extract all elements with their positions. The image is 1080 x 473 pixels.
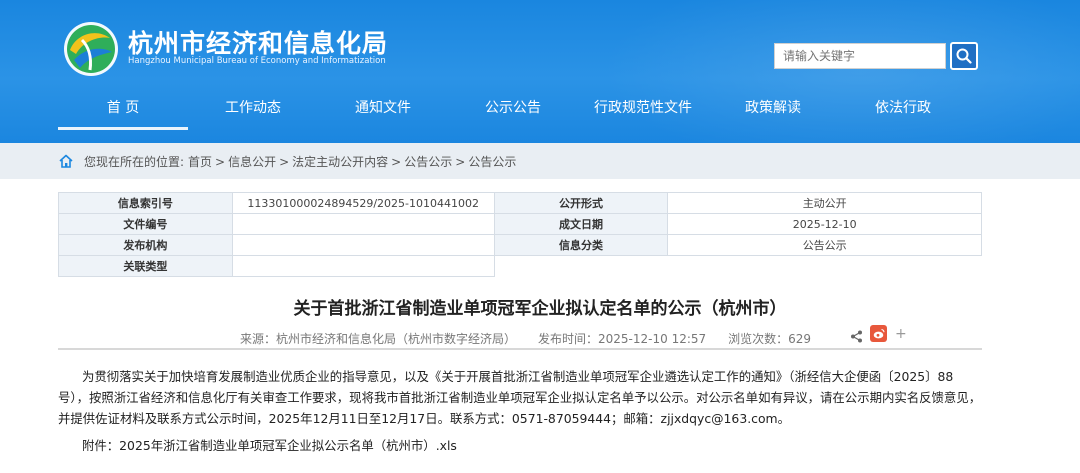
- article-body: 为贯彻落实关于加快培育发展制造业优质企业的指导意见，以及《关于开展首批浙江省制造…: [58, 369, 982, 426]
- breadcrumb-item-announcements-current[interactable]: 公告公示: [468, 155, 516, 169]
- nav-item-law-administration[interactable]: 依法行政: [838, 88, 968, 128]
- bureau-logo-icon[interactable]: [62, 20, 120, 78]
- meta-value-index: 113301000024894529/2025-1010441002: [231, 192, 495, 214]
- meta-empty-cell: [668, 256, 982, 277]
- nav-item-notices[interactable]: 通知文件: [318, 88, 448, 128]
- breadcrumb-item-info-public[interactable]: 信息公开: [228, 155, 276, 169]
- nav-item-policy-interpretation[interactable]: 政策解读: [708, 88, 838, 128]
- meta-row: 信息索引号 113301000024894529/2025-1010441002…: [58, 192, 982, 214]
- search-button[interactable]: [950, 42, 978, 70]
- weibo-share-icon[interactable]: [870, 325, 887, 342]
- share-icon[interactable]: [850, 330, 863, 343]
- meta-row: 发布机构 信息分类 公告公示: [58, 234, 982, 256]
- article-views: 浏览次数：629: [728, 332, 812, 346]
- breadcrumb-label: 您现在所在的位置:: [84, 155, 185, 169]
- site-subtitle: Hangzhou Municipal Bureau of Economy and…: [128, 56, 386, 66]
- breadcrumb-item-announcements[interactable]: 公告公示: [404, 155, 452, 169]
- meta-row: 关联类型: [58, 255, 982, 277]
- article-divider: [58, 348, 982, 350]
- breadcrumb-item-home[interactable]: 首页: [188, 155, 212, 169]
- more-share-icon[interactable]: +: [895, 327, 907, 341]
- meta-label-index: 信息索引号: [58, 192, 233, 214]
- search-input[interactable]: [775, 44, 945, 68]
- site-header: 杭州市经济和信息化局 Hangzhou Municipal Bureau of …: [0, 0, 1080, 143]
- meta-label-form: 公开形式: [493, 192, 669, 214]
- breadcrumb: 您现在所在的位置: 首页 > 信息公开 > 法定主动公开内容 > 公告公示 > 公告公示: [0, 143, 1080, 179]
- article-attachment-link[interactable]: 附件：2025年浙江省制造业单项冠军企业拟公示名单（杭州市）.xls: [82, 436, 457, 454]
- nav-item-work-news[interactable]: 工作动态: [188, 88, 318, 128]
- nav-item-announcements[interactable]: 公示公告: [448, 88, 578, 128]
- meta-value-docno: [231, 213, 495, 235]
- meta-row: 文件编号 成文日期 2025-12-10: [58, 213, 982, 235]
- meta-label-date: 成文日期: [493, 213, 669, 235]
- document-meta-table: 信息索引号 113301000024894529/2025-1010441002…: [58, 192, 982, 277]
- meta-empty-cell: [494, 256, 668, 277]
- search-box[interactable]: [774, 43, 946, 69]
- breadcrumb-item-statutory[interactable]: 法定主动公开内容: [292, 155, 388, 169]
- meta-value-form: 主动公开: [667, 192, 982, 214]
- article-published: 发布时间：2025-12-10 12:57: [538, 332, 707, 346]
- home-icon: [59, 154, 73, 168]
- meta-value-issuer: [231, 234, 495, 256]
- site-title[interactable]: 杭州市经济和信息化局: [128, 24, 388, 60]
- meta-label-issuer: 发布机构: [58, 234, 233, 256]
- meta-label-docno: 文件编号: [58, 213, 233, 235]
- article-source: 来源：杭州市经济和信息化局（杭州市数字经济局）: [240, 332, 517, 346]
- breadcrumb-trail: 首页 > 信息公开 > 法定主动公开内容 > 公告公示 > 公告公示: [188, 155, 517, 169]
- article-title: 关于首批浙江省制造业单项冠军企业拟认定名单的公示（杭州市）: [293, 299, 787, 319]
- meta-label-relation: 关联类型: [58, 255, 233, 277]
- weibo-logo-icon: [873, 328, 885, 339]
- meta-value-date: 2025-12-10: [667, 213, 982, 235]
- nav-item-normative-docs[interactable]: 行政规范性文件: [578, 88, 708, 128]
- meta-value-category: 公告公示: [667, 234, 982, 256]
- article-info: 来源：杭州市经济和信息化局（杭州市数字经济局） 发布时间：2025-12-10 1…: [240, 330, 811, 347]
- meta-value-relation: [231, 255, 495, 277]
- search-icon: [956, 48, 972, 64]
- meta-label-category: 信息分类: [493, 234, 669, 256]
- main-nav: 首 页 工作动态 通知文件 公示公告 行政规范性文件 政策解读 依法行政: [58, 88, 1018, 130]
- nav-item-home[interactable]: 首 页: [58, 88, 188, 130]
